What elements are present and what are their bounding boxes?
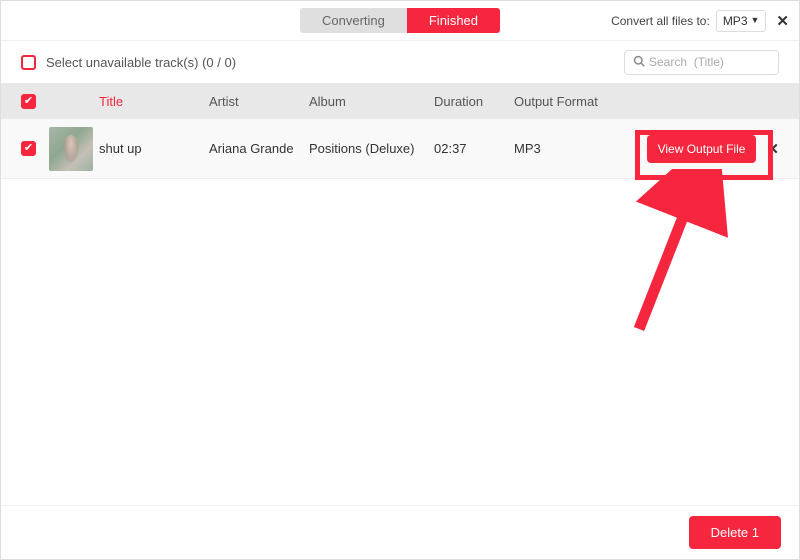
chevron-down-icon: ▼ [751,16,760,25]
cell-title: shut up [99,141,209,156]
search-icon [633,55,645,70]
annotation-arrow-icon [604,169,734,339]
tab-finished[interactable]: Finished [407,8,500,33]
row-checkbox[interactable]: ✔ [21,141,36,156]
select-unavailable-checkbox[interactable] [21,55,36,70]
footer: Delete 1 [1,505,799,559]
cell-album: Positions (Deluxe) [309,141,434,156]
table-row: ✔ shut up Ariana Grande Positions (Delux… [1,119,799,179]
app-window: Converting Finished Convert all files to… [0,0,800,560]
cell-duration: 02:37 [434,141,514,156]
search-input[interactable] [649,55,770,69]
select-unavailable-label: Select unavailable track(s) (0 / 0) [46,55,236,70]
select-all-checkbox[interactable]: ✔ [21,94,36,109]
tab-group: Converting Finished [300,8,500,33]
col-header-duration[interactable]: Duration [434,94,514,109]
topbar: Converting Finished Convert all files to… [1,1,799,41]
album-art-thumbnail [49,127,93,171]
secondbar: Select unavailable track(s) (0 / 0) [1,41,799,83]
search-field-wrap[interactable] [624,50,779,75]
convert-all-label: Convert all files to: [611,14,710,28]
cell-format: MP3 [514,141,609,156]
tab-converting[interactable]: Converting [300,8,407,33]
close-icon[interactable]: ✕ [776,12,789,30]
delete-button[interactable]: Delete 1 [689,516,781,549]
col-header-album[interactable]: Album [309,94,434,109]
output-format-select[interactable]: MP3 ▼ [716,10,767,32]
view-output-file-button[interactable]: View Output File [647,135,757,163]
table-header: ✔ Title Artist Album Duration Output For… [1,83,799,119]
remove-row-icon[interactable]: ✕ [766,140,779,158]
cell-artist: Ariana Grande [209,141,309,156]
format-selected: MP3 [723,14,748,28]
col-header-title[interactable]: Title [99,94,209,109]
col-header-artist[interactable]: Artist [209,94,309,109]
col-header-output-format[interactable]: Output Format [514,94,609,109]
